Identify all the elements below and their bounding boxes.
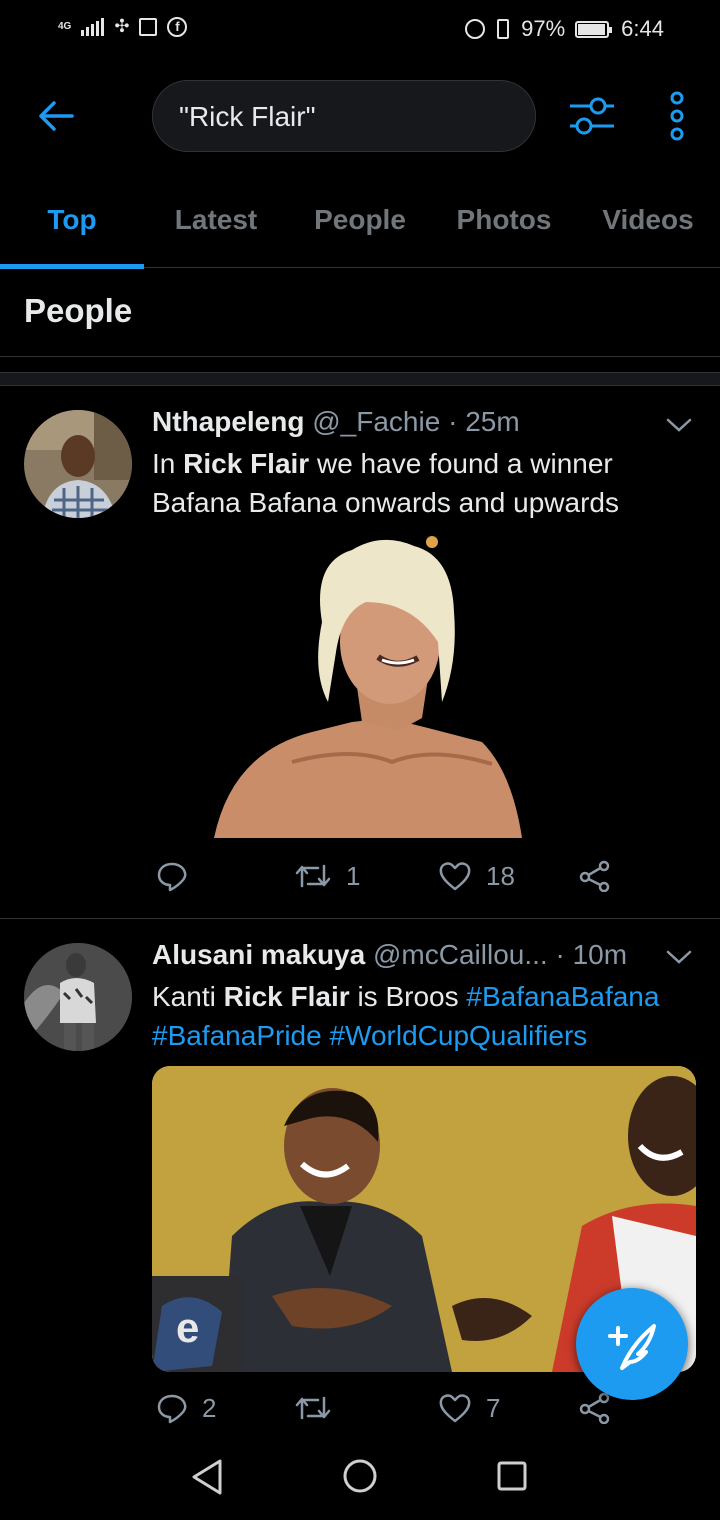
like-count: 7: [486, 1392, 501, 1423]
facebook-icon: f: [167, 16, 188, 37]
tweet-actions: 1 18: [152, 860, 632, 900]
retweet-button[interactable]: 1: [294, 860, 360, 892]
status-left: 4G ✣ f: [58, 16, 188, 37]
hashtag-link[interactable]: #WorldCupQualifiers: [329, 1020, 587, 1051]
tab-photos[interactable]: Photos: [432, 180, 576, 268]
like-count: 18: [486, 860, 515, 891]
system-nav-bar: [0, 1440, 720, 1520]
tweet-text: In Rick Flair we have found a winner Baf…: [152, 444, 700, 522]
retweet-icon: [295, 1396, 331, 1420]
app-notification-icon: ✣: [114, 16, 130, 36]
like-button[interactable]: 7: [438, 1392, 500, 1424]
nav-home-icon[interactable]: [342, 1458, 378, 1494]
status-bar: 4G ✣ f 97% 6:44: [0, 0, 720, 62]
tweet-header: Nthapeleng @_Fachie · 25m: [152, 406, 672, 438]
compose-tweet-button[interactable]: [576, 1288, 688, 1400]
reply-count: 2: [202, 1392, 217, 1423]
news-notification-icon: [139, 17, 158, 36]
clock: 6:44: [621, 16, 664, 41]
section-divider: [0, 372, 720, 386]
section-title: People: [24, 292, 133, 329]
search-filter-button[interactable]: [566, 94, 618, 138]
vibrate-icon: [497, 19, 510, 39]
nav-recents-icon[interactable]: [496, 1460, 528, 1492]
arrow-left-icon: [39, 101, 74, 131]
share-button[interactable]: [578, 860, 612, 892]
more-vertical-icon: [670, 91, 684, 141]
tweet-header: Alusani makuya @mcCaillou... · 10m: [152, 939, 672, 971]
more-options-button[interactable]: [660, 90, 694, 142]
reply-button[interactable]: 2: [156, 1392, 216, 1424]
search-input[interactable]: "Rick Flair": [152, 80, 536, 152]
hashtag-link[interactable]: #BafanaPride: [152, 1020, 322, 1051]
svg-text:e: e: [176, 1304, 199, 1351]
tab-people[interactable]: People: [288, 180, 432, 268]
signal-icon: [81, 17, 105, 36]
heart-icon: [439, 1394, 471, 1423]
search-header: "Rick Flair": [0, 80, 720, 152]
tab-latest[interactable]: Latest: [144, 180, 288, 268]
battery-percent: 97%: [521, 16, 566, 41]
tweet-time: 25m: [465, 406, 520, 437]
back-button[interactable]: [34, 94, 78, 138]
author-handle[interactable]: @_Fachie: [312, 406, 440, 437]
retweet-button[interactable]: [294, 1392, 346, 1424]
tweet-image[interactable]: [152, 532, 672, 838]
heart-icon: [439, 862, 471, 891]
speech-bubble-icon: [157, 862, 187, 892]
author-name[interactable]: Alusani makuya: [152, 939, 365, 970]
highlighted-query: Rick Flair: [183, 448, 310, 479]
divider: [0, 918, 720, 919]
avatar[interactable]: [24, 943, 132, 1051]
sliders-icon: [570, 97, 614, 135]
author-handle[interactable]: @mcCaillou...: [373, 939, 548, 970]
like-button[interactable]: 18: [438, 860, 515, 892]
tab-videos[interactable]: Videos: [576, 180, 720, 268]
alarm-icon: [465, 19, 486, 39]
avatar[interactable]: [24, 410, 132, 518]
search-query: "Rick Flair": [179, 101, 316, 132]
text-segment: Kanti: [152, 981, 224, 1012]
tweet-time: 10m: [572, 939, 628, 970]
battery-icon: [575, 20, 613, 38]
chevron-down-icon[interactable]: [664, 414, 694, 436]
retweet-icon: [295, 864, 331, 888]
chevron-down-icon[interactable]: [664, 946, 694, 968]
status-right: 97% 6:44: [465, 16, 664, 42]
dot-separator: ·: [555, 939, 565, 970]
tab-top[interactable]: Top: [0, 180, 144, 269]
reply-button[interactable]: [156, 860, 202, 892]
nav-back-icon[interactable]: [190, 1458, 224, 1496]
retweet-count: 1: [346, 860, 361, 891]
speech-bubble-icon: [157, 1394, 187, 1424]
network-type: 4G: [58, 20, 72, 32]
text-segment: In: [152, 448, 184, 479]
hashtag-link[interactable]: #BafanaBafana: [466, 981, 659, 1012]
author-name[interactable]: Nthapeleng: [152, 406, 304, 437]
compose-feather-icon: [608, 1324, 656, 1370]
tweet-text: Kanti Rick Flair is Broos #BafanaBafana …: [152, 977, 700, 1055]
tweet-actions: 2 7: [152, 1392, 632, 1432]
share-icon: [579, 860, 610, 892]
divider: [0, 356, 720, 357]
dot-separator: ·: [448, 406, 458, 437]
search-tabs: Top Latest People Photos Videos: [0, 180, 720, 269]
text-segment: is Broos: [349, 981, 467, 1012]
highlighted-query: Rick Flair: [223, 981, 350, 1012]
